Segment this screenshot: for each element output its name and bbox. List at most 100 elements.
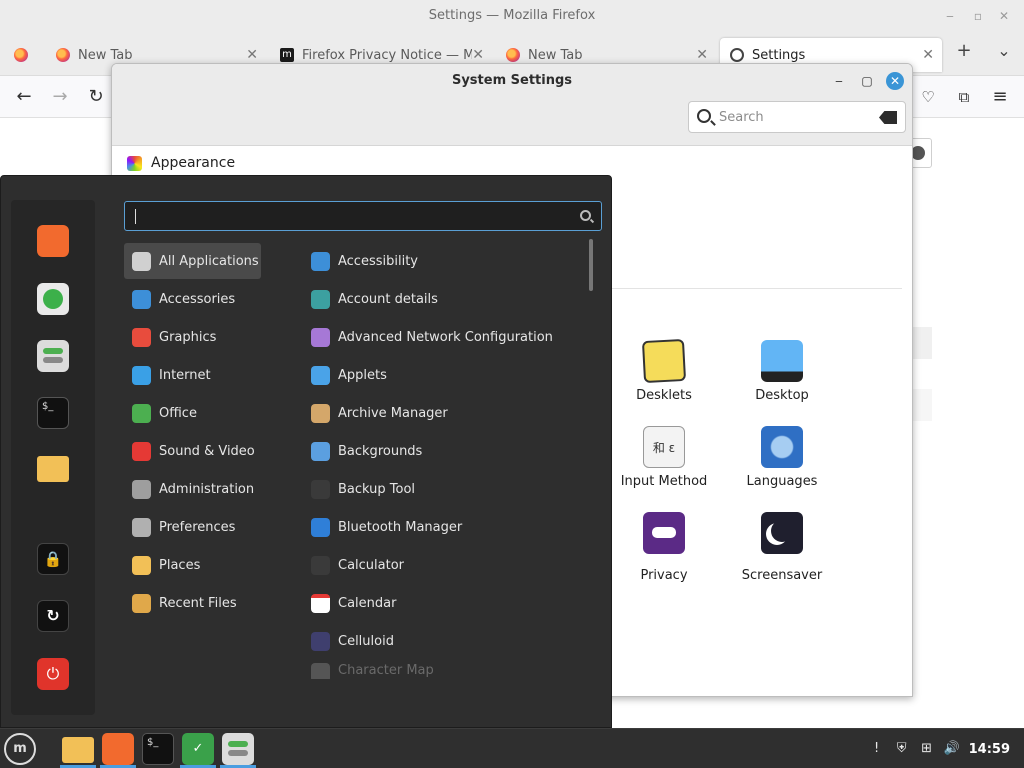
category-item[interactable]: Places [124, 547, 261, 583]
tab-label: New Tab [78, 47, 133, 63]
application-item[interactable]: Advanced Network Configuration [303, 319, 583, 355]
category-label: Sound & Video [159, 443, 255, 459]
application-item[interactable]: Applets [303, 357, 583, 393]
category-item[interactable]: Administration [124, 471, 261, 507]
forward-arrow-icon[interactable]: → [48, 85, 72, 109]
firefox-view-tab[interactable] [4, 38, 42, 72]
category-item[interactable]: Office [124, 395, 261, 431]
appearance-icon [127, 155, 142, 171]
application-item[interactable]: Account details [303, 281, 583, 317]
firefox-icon[interactable] [102, 733, 134, 765]
terminal-icon[interactable]: $_ [142, 733, 174, 765]
tile-label: Desktop [755, 388, 809, 403]
menu-search-input[interactable] [124, 201, 602, 231]
scissors-icon [132, 289, 151, 309]
tile-languages[interactable]: Languages [722, 426, 842, 489]
pocket-icon[interactable]: ♡ [916, 85, 940, 109]
application-item[interactable]: Calendar [303, 585, 583, 621]
divider [608, 288, 902, 289]
window-title: Settings — Mozilla Firefox [428, 8, 596, 23]
folder-icon [132, 555, 151, 575]
scrollbar[interactable] [589, 239, 593, 291]
update-manager-shield-icon[interactable]: ✓ [182, 733, 214, 765]
category-item[interactable]: Preferences [124, 509, 261, 545]
hamburger-menu-icon[interactable]: ≡ [988, 85, 1012, 109]
application-label: Accessibility [338, 253, 418, 269]
close-icon[interactable]: ✕ [886, 72, 904, 90]
tile-desklets[interactable]: Desklets [604, 338, 724, 403]
category-item[interactable]: Recent Files [124, 585, 261, 621]
tile-desktop[interactable]: Desktop [722, 340, 842, 403]
tab-label: Firefox Privacy Notice — M [302, 47, 472, 63]
extensions-icon[interactable]: ⧉ [952, 85, 976, 109]
system-settings-header: System Settings ‒ ▢ ✕ Search [112, 64, 912, 146]
application-item[interactable]: Archive Manager [303, 395, 583, 431]
lock-icon[interactable]: 🔒 [37, 543, 69, 575]
category-item[interactable]: Internet [124, 357, 261, 393]
folder-icon[interactable] [37, 456, 69, 482]
tile-input-method[interactable]: 和 ɛ Input Method [604, 426, 724, 489]
application-item[interactable]: Celluloid [303, 623, 583, 659]
tab-close-icon[interactable]: ✕ [472, 47, 484, 63]
network-icon[interactable]: ⊞ [919, 741, 935, 757]
back-arrow-icon[interactable]: ← [12, 85, 36, 109]
firefox-icon[interactable] [37, 225, 69, 257]
mint-menu-icon[interactable]: m [4, 733, 36, 765]
bluetooth-icon [311, 517, 330, 537]
tile-privacy[interactable]: Privacy [604, 512, 724, 583]
logout-icon[interactable]: ↻ [37, 600, 69, 632]
notifications-icon[interactable]: ! [869, 741, 885, 757]
settings-search-input[interactable]: Search [688, 101, 906, 133]
category-label: Accessories [159, 291, 236, 307]
system-settings-title: System Settings [451, 73, 573, 88]
reload-icon[interactable]: ↻ [84, 85, 108, 109]
minimize-icon[interactable]: ‒ [942, 8, 958, 24]
application-item[interactable]: Backgrounds [303, 433, 583, 469]
tab-close-icon[interactable]: ✕ [922, 47, 934, 63]
category-label: Graphics [159, 329, 217, 345]
section-label: Appearance [151, 155, 236, 171]
power-icon[interactable]: ⏻ [37, 658, 69, 690]
application-item[interactable]: Calculator [303, 547, 583, 583]
application-label: Celluloid [338, 633, 394, 649]
folder-icon[interactable] [62, 737, 94, 763]
settings-toggle-icon[interactable] [37, 340, 69, 372]
clock[interactable]: 14:59 [969, 742, 1010, 757]
tab-close-icon[interactable]: ✕ [696, 47, 708, 63]
application-item[interactable]: Character Map [303, 661, 583, 679]
globe-icon [761, 426, 803, 468]
maximize-icon[interactable]: ▢ [858, 72, 876, 90]
application-item[interactable]: Backup Tool [303, 471, 583, 507]
shield-icon[interactable]: ⛨ [894, 741, 910, 757]
application-label: Character Map [338, 663, 434, 678]
category-item[interactable]: Sound & Video [124, 433, 261, 469]
recent-folder-icon [132, 593, 151, 613]
system-settings-icon[interactable] [222, 733, 254, 765]
clear-search-icon[interactable] [879, 111, 897, 124]
terminal-icon[interactable]: $_ [37, 397, 69, 429]
tile-screensaver[interactable]: Screensaver [722, 512, 842, 583]
category-item[interactable]: All Applications [124, 243, 261, 279]
backgrounds-icon [311, 441, 330, 461]
list-all-tabs-button[interactable]: ⌄ [992, 39, 1016, 63]
category-item[interactable]: Graphics [124, 319, 261, 355]
close-icon[interactable]: ✕ [996, 8, 1012, 24]
volume-icon[interactable]: 🔊 [944, 741, 960, 757]
application-item[interactable]: Bluetooth Manager [303, 509, 583, 545]
category-item[interactable]: Accessories [124, 281, 261, 317]
application-label: Account details [338, 291, 438, 307]
software-manager-icon[interactable] [37, 283, 69, 315]
tab-label: New Tab [528, 47, 583, 63]
maximize-icon[interactable]: ▫ [970, 8, 986, 24]
application-label: Bluetooth Manager [338, 519, 463, 535]
application-label: Calculator [338, 557, 405, 573]
application-item[interactable]: Accessibility [303, 243, 583, 279]
new-tab-button[interactable]: + [952, 39, 976, 63]
tab-close-icon[interactable]: ✕ [246, 47, 258, 63]
minimize-icon[interactable]: ‒ [830, 72, 848, 90]
search-icon [697, 109, 711, 123]
application-label: Advanced Network Configuration [338, 329, 553, 345]
category-label: Administration [159, 481, 255, 497]
preferences-icon [132, 517, 151, 537]
desktop-icon [761, 340, 803, 382]
